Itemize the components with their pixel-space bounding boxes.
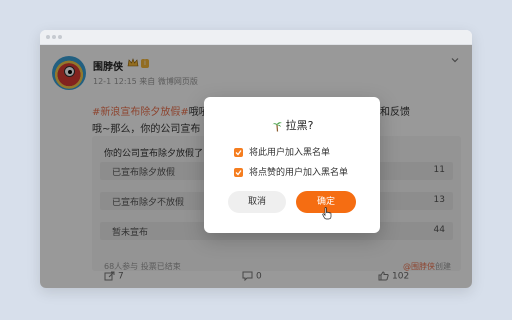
checkmark-icon — [235, 170, 242, 176]
window-dot — [58, 35, 62, 39]
dialog-title-text: 拉黑? — [285, 119, 314, 132]
window-titlebar — [40, 30, 472, 45]
block-dialog: 拉黑? 将此用户加入黑名单 将点赞的用户加入黑名单 取消 确定 — [204, 97, 380, 233]
hand-cursor-icon — [322, 207, 332, 220]
window-dot — [46, 35, 50, 39]
dialog-title: 拉黑? — [204, 117, 380, 133]
window-dot — [52, 35, 56, 39]
blacklist-user-option[interactable]: 将此用户加入黑名单 — [234, 145, 330, 158]
option-label: 将点赞的用户加入黑名单 — [249, 168, 349, 178]
checkbox-checked[interactable] — [234, 168, 243, 177]
cancel-button[interactable]: 取消 — [228, 191, 286, 213]
blacklist-likers-option[interactable]: 将点赞的用户加入黑名单 — [234, 165, 348, 178]
checkbox-checked[interactable] — [234, 148, 243, 157]
option-label: 将此用户加入黑名单 — [249, 148, 331, 158]
palm-tree-icon — [271, 122, 282, 132]
checkmark-icon — [235, 150, 242, 156]
